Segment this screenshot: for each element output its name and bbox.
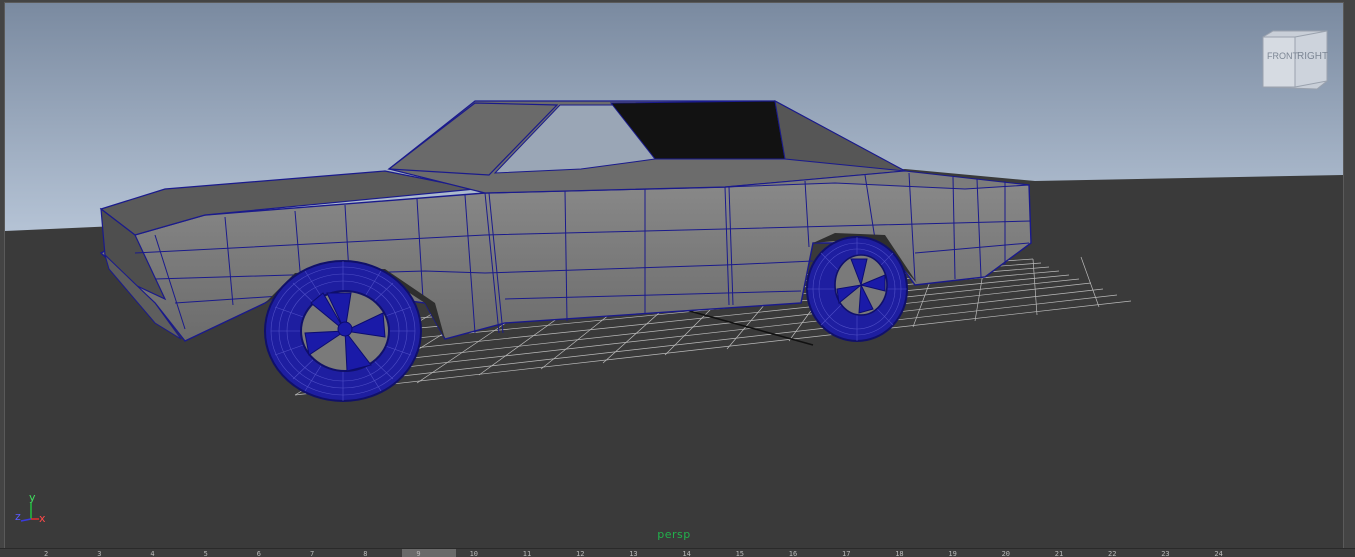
view-cube-front-label[interactable]: FRONT — [1267, 51, 1298, 61]
camera-name-label: persp — [657, 528, 691, 541]
perspective-viewport[interactable]: FRONT RIGHT y z x persp — [4, 2, 1344, 549]
axis-z-label: z — [15, 510, 21, 523]
axis-gizmo: y z x — [13, 491, 53, 527]
rear-wheel[interactable] — [806, 236, 908, 342]
front-wheel[interactable] — [264, 260, 422, 402]
axis-y-label: y — [29, 491, 36, 504]
axis-x-label: x — [39, 512, 46, 525]
view-cube-right-label[interactable]: RIGHT — [1297, 51, 1328, 62]
scene-canvas[interactable] — [5, 3, 1343, 548]
view-cube[interactable]: FRONT RIGHT — [1257, 29, 1331, 93]
